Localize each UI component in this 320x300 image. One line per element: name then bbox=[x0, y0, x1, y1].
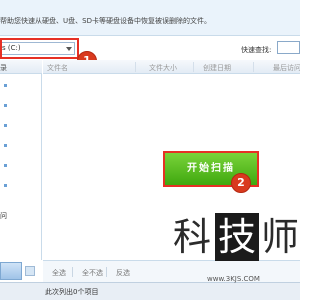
column-divider[interactable] bbox=[193, 62, 194, 72]
banner-text: 帮助您快速从硬盘、U盘、SD卡等硬盘设备中恢复被误删除的文件。 bbox=[0, 17, 211, 25]
select-none-button[interactable]: 全不选 bbox=[82, 268, 103, 278]
tree-item-icon[interactable] bbox=[4, 184, 7, 187]
column-header-name[interactable]: 文件名 bbox=[47, 63, 68, 73]
column-divider[interactable] bbox=[135, 62, 136, 72]
action-divider bbox=[72, 267, 73, 277]
quick-search-input[interactable] bbox=[277, 41, 300, 54]
invert-selection-button[interactable]: 反选 bbox=[116, 268, 130, 278]
file-list-header: 文件名 文件大小 创建日期 最后访问 bbox=[43, 60, 300, 74]
quick-search-label: 快速查找: bbox=[241, 46, 272, 54]
action-divider bbox=[106, 267, 107, 277]
status-text: 此次列出0个项目 bbox=[45, 288, 99, 296]
column-header-size[interactable]: 文件大小 bbox=[149, 63, 177, 73]
folder-view-icon[interactable] bbox=[0, 262, 22, 280]
column-header-last-access[interactable]: 最后访问 bbox=[273, 63, 300, 73]
folder-tree-header: 录 bbox=[0, 60, 42, 74]
watermark-char: 科 bbox=[173, 215, 212, 259]
top-banner: 帮助您快速从硬盘、U盘、SD卡等硬盘设备中恢复被误删除的文件。 bbox=[0, 0, 300, 36]
tree-item-icon[interactable] bbox=[4, 144, 7, 147]
tree-item-icon[interactable] bbox=[4, 84, 7, 87]
watermark-char: 技 bbox=[215, 213, 259, 261]
watermark-url: www.3KJS.COM bbox=[207, 275, 260, 283]
column-header-created[interactable]: 创建日期 bbox=[203, 63, 231, 73]
tree-item-icon[interactable] bbox=[4, 164, 7, 167]
step-marker-2: 2 bbox=[231, 173, 251, 193]
watermark-char: 师 bbox=[261, 215, 300, 259]
tree-item-icon[interactable] bbox=[4, 124, 7, 127]
tree-item-label[interactable]: 问 bbox=[0, 211, 7, 221]
tree-item-icon[interactable] bbox=[4, 104, 7, 107]
folder-tree-header-label: 录 bbox=[0, 64, 7, 72]
watermark: 科 技 师 www.3KJS.COM bbox=[169, 205, 300, 300]
view-icons bbox=[0, 260, 42, 282]
app-window: 帮助您快速从硬盘、U盘、SD卡等硬盘设备中恢复被误删除的文件。 s (C:) 1… bbox=[0, 0, 300, 300]
column-divider[interactable] bbox=[253, 62, 254, 72]
list-view-icon[interactable] bbox=[25, 266, 35, 276]
watermark-logo: 科 技 师 bbox=[169, 205, 300, 267]
drive-highlight-frame bbox=[0, 38, 79, 59]
select-all-button[interactable]: 全选 bbox=[52, 268, 66, 278]
folder-tree-panel: 录 问 bbox=[0, 60, 42, 260]
